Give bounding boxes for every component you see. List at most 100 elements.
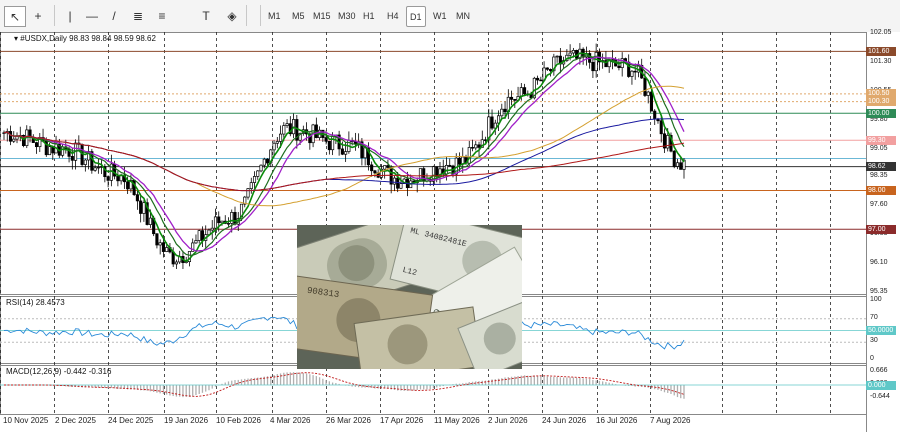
toolbar-separator <box>54 5 55 26</box>
candle-body <box>8 131 13 142</box>
candle-body <box>12 138 16 142</box>
candle-body <box>197 230 201 241</box>
candle-body <box>457 157 462 165</box>
candle-body <box>483 139 488 141</box>
text-icon[interactable]: T <box>196 6 216 25</box>
candle-body <box>282 125 286 135</box>
candle-body <box>200 230 205 241</box>
price-tick: 97.60 <box>870 201 888 209</box>
candle-body <box>217 216 221 224</box>
candle-body <box>116 175 120 182</box>
price-level-box: 98.00 <box>866 186 896 196</box>
timeframe-w1[interactable]: W1 <box>430 6 450 25</box>
candle-body <box>233 212 237 225</box>
price-tick: 99.05 <box>870 144 888 152</box>
candle-body <box>93 167 97 171</box>
candle-body <box>617 65 621 68</box>
date-label: 10 Nov 2025 <box>3 416 49 425</box>
price-tick: 101.30 <box>870 57 892 65</box>
candle-body <box>539 79 543 82</box>
timeframe-m5[interactable]: M5 <box>289 6 308 25</box>
toolbar: ↖ + | — / ≣ ≡ T ◈ M1 M5 M15 M30 H1 H4 D1 W1 MN <box>0 0 900 33</box>
candle-body <box>246 188 250 198</box>
price-level-box: 99.30 <box>866 135 896 145</box>
candle-body <box>327 140 331 151</box>
candle-body <box>646 91 650 96</box>
toolbar-separator <box>260 5 261 26</box>
timeframe-d1[interactable]: D1 <box>406 6 426 27</box>
candle-body <box>435 166 439 178</box>
macd-level-box: 0.000 <box>866 380 896 390</box>
price-level-box: 100.00 <box>866 108 896 118</box>
date-label: 16 Jul 2026 <box>596 416 638 425</box>
candle-body <box>633 70 637 73</box>
toolbar-separator <box>246 5 247 26</box>
date-label: 2 Dec 2025 <box>55 416 96 425</box>
candle-body <box>399 183 403 189</box>
candle-body <box>139 200 143 214</box>
candle-body <box>630 70 634 77</box>
cursor-icon[interactable]: ↖ <box>4 6 26 27</box>
candle-body <box>659 120 663 135</box>
candle-body <box>490 116 494 129</box>
candle-body <box>571 50 575 54</box>
timeframe-m15[interactable]: M15 <box>310 6 334 25</box>
candle-body <box>194 240 198 244</box>
price-tick: 95.35 <box>870 288 888 295</box>
date-label: 7 Aug 2026 <box>650 416 691 425</box>
candle-body <box>174 261 178 265</box>
macd-tick: -0.644 <box>870 392 890 400</box>
fibonacci-icon[interactable]: ≡ <box>152 6 172 25</box>
candle-body <box>643 77 647 96</box>
timeframe-mn[interactable]: MN <box>453 6 473 25</box>
date-label: 19 Jan 2026 <box>164 416 209 425</box>
candle-body <box>249 182 253 189</box>
shapes-icon[interactable]: ◈ <box>222 6 242 25</box>
rsi-tick: 70 <box>870 313 878 321</box>
trendline-icon[interactable]: / <box>104 6 124 25</box>
vertical-line-icon[interactable]: | <box>60 6 80 25</box>
candle-body <box>155 233 159 246</box>
timeframe-m1[interactable]: M1 <box>265 6 284 25</box>
candle-body <box>230 212 234 224</box>
candle-body <box>386 165 390 168</box>
candle-body <box>653 110 657 120</box>
price-level-box: 100.30 <box>866 97 896 107</box>
price-level-box: 97.00 <box>866 224 896 234</box>
macd-tick: 0.666 <box>870 366 888 374</box>
candle-body <box>500 108 504 117</box>
channel-icon[interactable]: ≣ <box>128 6 148 25</box>
price-level-box: 98.62 <box>866 162 896 172</box>
candle-body <box>213 216 218 229</box>
candle-body <box>142 202 146 214</box>
date-label: 11 May 2026 <box>434 416 480 425</box>
candle-body <box>61 146 65 156</box>
candle-body <box>275 141 279 144</box>
candle-body <box>591 61 595 72</box>
candle-body <box>448 164 452 167</box>
candle-body <box>126 181 130 190</box>
candle-body <box>519 87 523 97</box>
candle-body <box>523 87 527 95</box>
candle-body <box>679 162 683 170</box>
date-label: 4 Mar 2026 <box>270 416 311 425</box>
rsi-tick: 30 <box>870 337 878 345</box>
candle-body <box>536 77 540 81</box>
candle-body <box>549 69 553 72</box>
timeframe-h1[interactable]: H1 <box>360 6 378 25</box>
candle-body <box>96 166 100 169</box>
candle-body <box>210 227 214 231</box>
horizontal-line-icon[interactable]: — <box>82 6 102 25</box>
candle-body <box>568 52 572 56</box>
timeframe-m30[interactable]: M30 <box>335 6 359 25</box>
candle-body <box>555 55 559 58</box>
timeframe-h4[interactable]: H4 <box>384 6 402 25</box>
candle-body <box>344 151 348 155</box>
date-label: 24 Dec 2025 <box>108 416 154 425</box>
candle-body <box>470 147 475 149</box>
candle-body <box>252 176 257 183</box>
rsi-label: RSI(14) 28.4573 <box>6 298 65 307</box>
candle-body <box>34 142 39 148</box>
crosshair-icon[interactable]: + <box>28 6 48 25</box>
rsi-tick: 0 <box>870 355 874 362</box>
